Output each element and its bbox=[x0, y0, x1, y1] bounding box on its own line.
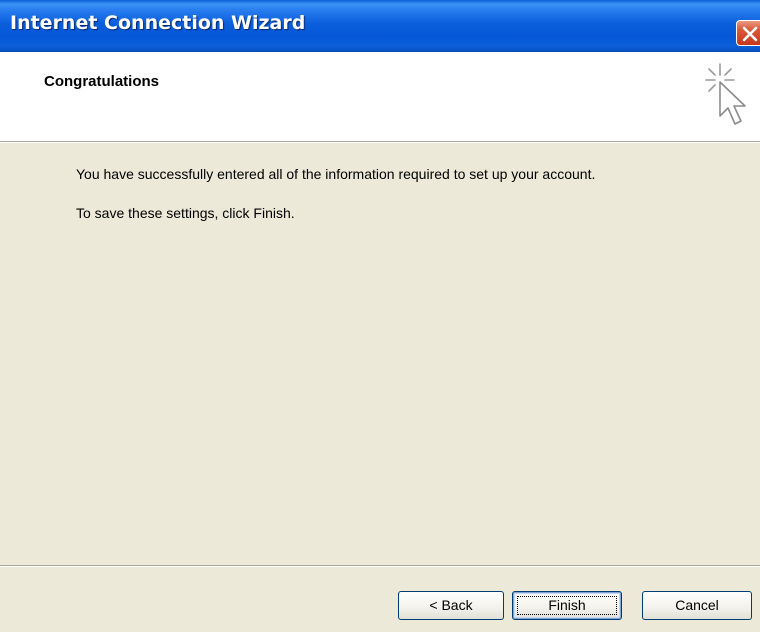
wizard-window: Internet Connection Wizard Congratulatio… bbox=[0, 0, 760, 632]
close-icon bbox=[742, 26, 758, 42]
back-button[interactable]: < Back bbox=[398, 591, 504, 620]
wizard-cursor-sparkle-icon bbox=[705, 63, 746, 125]
cancel-button[interactable]: Cancel bbox=[642, 591, 752, 620]
title-bar[interactable]: Internet Connection Wizard bbox=[0, 0, 760, 52]
finish-button-label: Finish bbox=[548, 597, 586, 613]
wizard-header: Congratulations bbox=[0, 52, 760, 141]
finish-instruction: To save these settings, click Finish. bbox=[76, 205, 295, 221]
page-heading: Congratulations bbox=[44, 73, 159, 90]
footer-divider-highlight bbox=[0, 566, 760, 567]
cancel-button-label: Cancel bbox=[675, 597, 719, 613]
success-message: You have successfully entered all of the… bbox=[76, 166, 596, 182]
window-title: Internet Connection Wizard bbox=[10, 12, 306, 34]
close-button[interactable] bbox=[736, 20, 760, 46]
back-button-label: < Back bbox=[429, 597, 473, 613]
finish-button[interactable]: Finish bbox=[512, 591, 622, 620]
header-divider-highlight bbox=[0, 142, 760, 143]
